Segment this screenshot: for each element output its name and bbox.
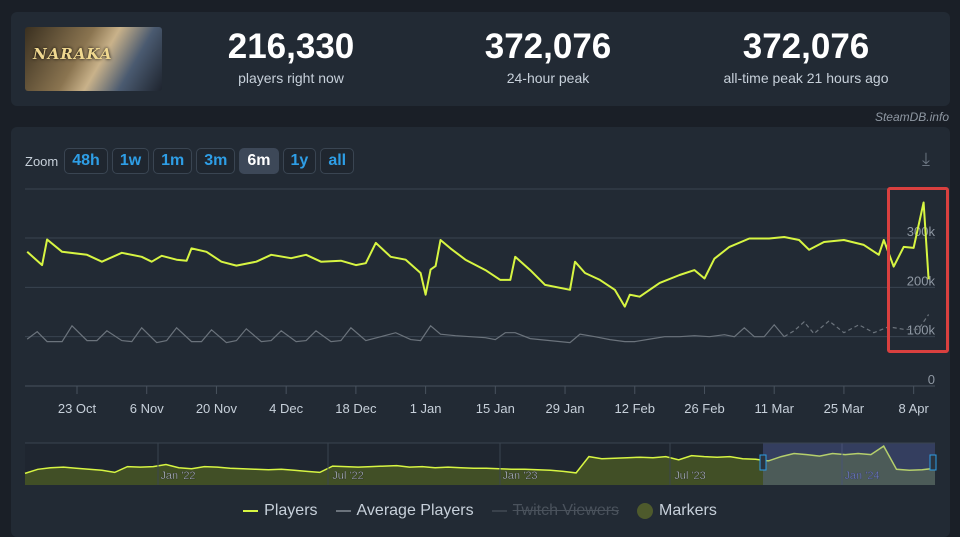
twitch-swatch-icon — [492, 510, 507, 512]
legend-label: Twitch Viewers — [513, 502, 619, 520]
legend-label: Players — [264, 502, 317, 520]
x-tick-label: 26 Feb — [684, 401, 724, 416]
average-players-line — [27, 325, 784, 343]
legend-average-players[interactable]: Average Players — [336, 502, 474, 520]
x-tick-label: 6 Nov — [130, 401, 164, 416]
x-tick-label: 4 Dec — [269, 401, 303, 416]
chart-legend: Players Average Players Twitch Viewers M… — [0, 502, 960, 520]
x-tick-label: 29 Jan — [546, 401, 585, 416]
x-tick-label: 1 Jan — [410, 401, 442, 416]
navigator-label: Jan '22 — [160, 470, 195, 482]
legend-label: Markers — [659, 502, 717, 520]
y-tick-label: 0 — [928, 372, 935, 387]
markers-dot-icon — [637, 503, 653, 519]
players-swatch-icon — [243, 510, 258, 512]
x-tick-label: 23 Oct — [58, 401, 97, 416]
legend-twitch-viewers[interactable]: Twitch Viewers — [492, 502, 619, 520]
x-tick-label: 25 Mar — [824, 401, 865, 416]
navigator-label: Jul '22 — [332, 470, 363, 482]
average-swatch-icon — [336, 510, 351, 512]
legend-markers[interactable]: Markers — [637, 502, 717, 520]
navigator-label: Jan '23 — [502, 470, 537, 482]
x-tick-label: 8 Apr — [898, 401, 929, 416]
legend-players[interactable]: Players — [243, 502, 317, 520]
navigator-selection[interactable] — [763, 443, 935, 485]
x-tick-label: 12 Feb — [615, 401, 655, 416]
navigator-label: Jul '23 — [674, 470, 705, 482]
navigator-handle[interactable] — [760, 455, 766, 470]
player-chart[interactable]: 0100k200k300k23 Oct6 Nov20 Nov4 Dec18 De… — [0, 0, 960, 526]
annotation-highlight-box — [887, 187, 949, 353]
x-tick-label: 11 Mar — [754, 401, 794, 416]
x-tick-label: 15 Jan — [476, 401, 515, 416]
x-tick-label: 18 Dec — [335, 401, 377, 416]
x-tick-label: 20 Nov — [196, 401, 238, 416]
legend-label: Average Players — [357, 502, 474, 520]
players-line — [27, 203, 928, 307]
navigator-handle[interactable] — [930, 455, 936, 470]
